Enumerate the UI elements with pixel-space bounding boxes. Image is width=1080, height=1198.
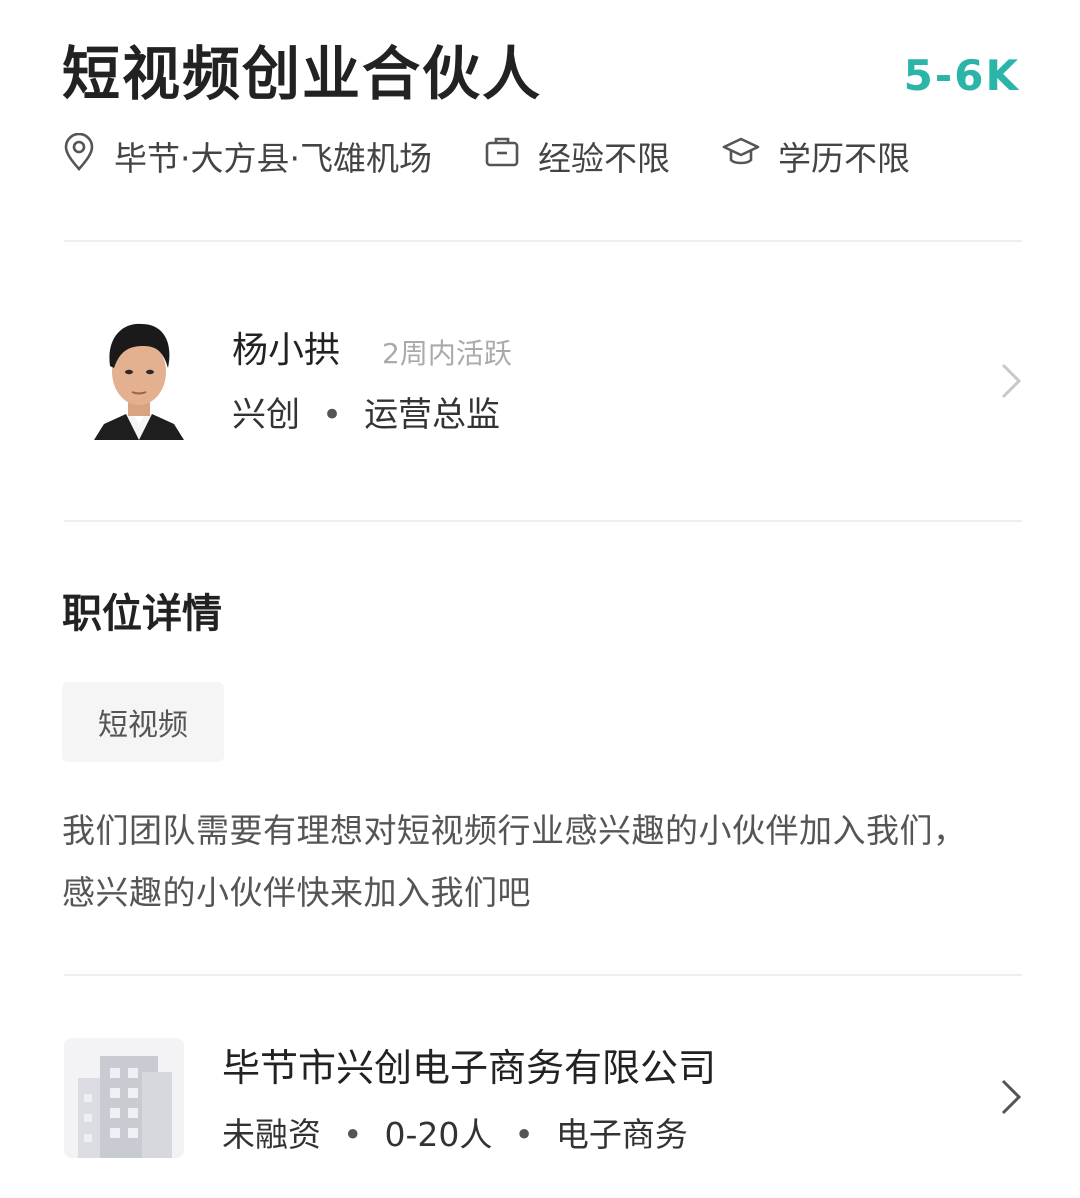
chevron-right-icon[interactable] [1000,362,1022,404]
section-title-job-details: 职位详情 [62,591,222,637]
recruiter-position: 运营总监 [364,395,501,435]
company-funding: 未融资 [222,1115,321,1154]
experience-item: 经验不限 [484,132,670,180]
location-item[interactable]: 毕节·大方县·飞雄机场 [62,132,432,180]
job-detail-page: 短视频创业合伙人 5-6K 毕节·大方县·飞雄机场 经验不限 学历不限 杨小拱 … [0,0,1080,1198]
separator-dot: • [343,1115,363,1154]
job-description: 我们团队需要有理想对短视频行业感兴趣的小伙伴加入我们，感兴趣的小伙伴快来加入我们… [62,811,967,912]
avatar [94,316,184,440]
company-card[interactable]: 毕节市兴创电子商务有限公司 未融资 • 0-20人 • 电子商务 [64,1020,1022,1170]
recruiter-name: 杨小拱 [232,330,341,371]
job-title: 短视频创业合伙人 [62,40,543,108]
company-subtitle: 未融资 • 0-20人 • 电子商务 [222,1112,688,1158]
skill-tag: 短视频 [62,682,224,762]
chevron-right-icon[interactable] [1000,1078,1022,1120]
divider [64,240,1022,242]
graduation-cap-icon [722,135,778,177]
separator-dot: • [322,395,343,435]
education-text: 学历不限 [777,139,910,178]
location-pin-icon [62,132,114,179]
salary: 5-6K [903,51,1020,100]
briefcase-icon [484,135,538,177]
company-size: 0-20人 [384,1115,493,1154]
separator-dot: • [514,1115,534,1154]
recruiter-subtitle: 兴创 • 运营总监 [232,392,500,438]
recruiter-active-status: 2周内活跃 [382,337,512,370]
recruiter-card[interactable]: 杨小拱 2周内活跃 兴创 • 运营总监 [64,290,1022,470]
divider [64,520,1022,522]
experience-text: 经验不限 [537,139,670,178]
building-icon [64,1038,184,1158]
divider [64,974,1022,976]
recruiter-company: 兴创 [232,395,300,435]
company-industry: 电子商务 [555,1115,688,1154]
job-meta-row: 毕节·大方县·飞雄机场 经验不限 学历不限 [62,128,962,184]
location-text: 毕节·大方县·飞雄机场 [114,139,432,178]
education-item: 学历不限 [722,132,910,180]
company-name: 毕节市兴创电子商务有限公司 [222,1046,717,1090]
